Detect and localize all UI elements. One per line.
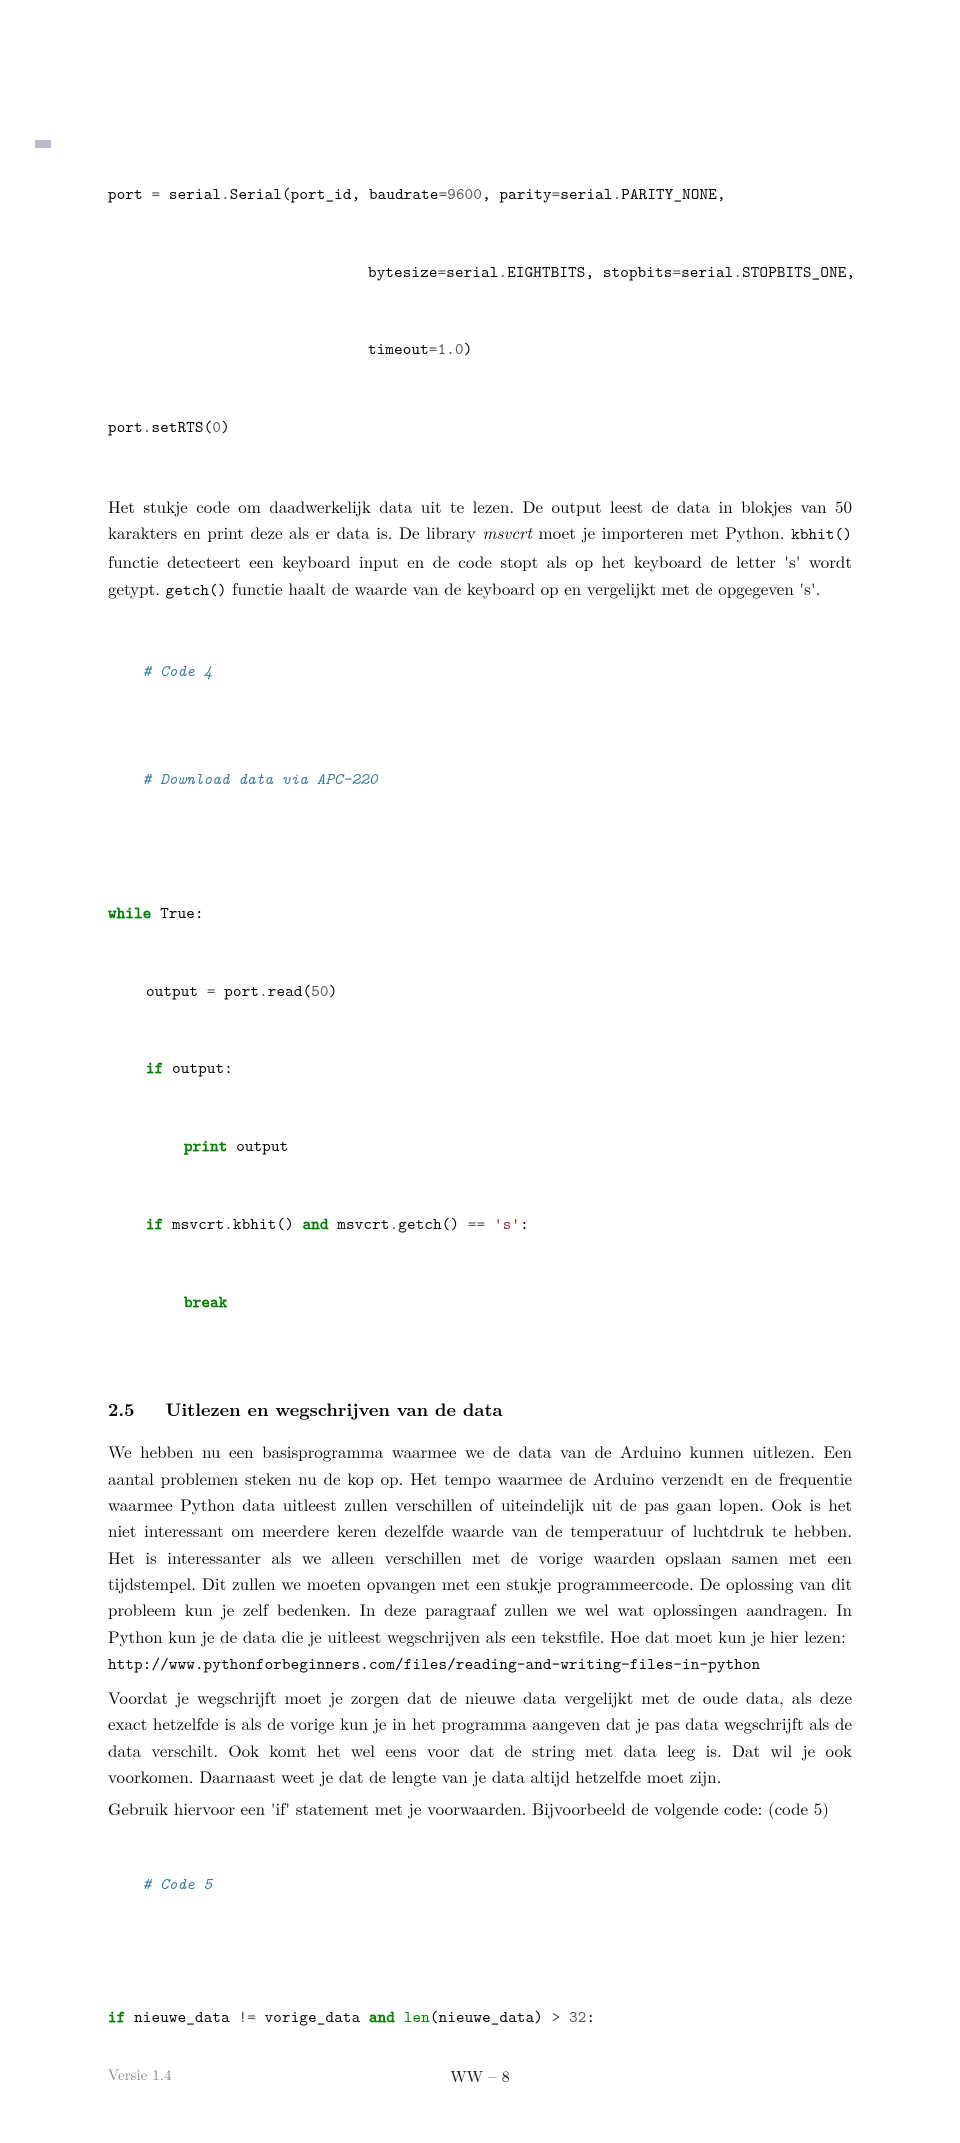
paragraph-1: Het stukje code om daadwerkelijk data ui… bbox=[108, 493, 852, 604]
comment-download: # Download data via APC-220 bbox=[108, 741, 852, 819]
footer: Versie 1.4 WW – 8 bbox=[108, 2064, 852, 2085]
footer-page: WW – 8 bbox=[108, 2064, 852, 2087]
url-text: http://www.pythonforbeginners.com/files/… bbox=[108, 1654, 760, 1675]
code-block-1: port = serial.Serial(port_id, baudrate=9… bbox=[108, 130, 852, 493]
page: port = serial.Serial(port_id, baudrate=9… bbox=[0, 0, 960, 2143]
paragraph-2: We hebben nu een basisprogramma waarmee … bbox=[108, 1438, 852, 1678]
comment-code-5: # Code 5 bbox=[108, 1846, 852, 1924]
margin-mark bbox=[35, 140, 51, 148]
paragraph-4: Gebruik hiervoor een 'if' statement met … bbox=[108, 1795, 852, 1821]
paragraph-3: Voordat je wegschrijft moet je zorgen da… bbox=[108, 1684, 852, 1789]
code-block-2: while True: output = port.read(50) if ou… bbox=[108, 849, 852, 1367]
comment-code-4: # Code 4 bbox=[108, 633, 852, 711]
section-heading: 2.5 Uitlezen en wegschrijven van de data bbox=[108, 1397, 852, 1422]
